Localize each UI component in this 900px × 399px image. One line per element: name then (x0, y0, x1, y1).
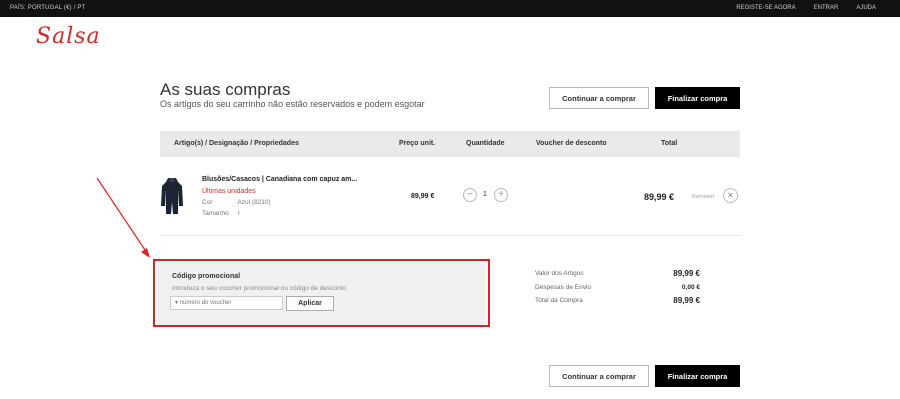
remove-icon[interactable]: ✕ (723, 188, 738, 203)
color-label: Cor (202, 199, 213, 206)
top-links: REGISTE-SE AGORA ENTRAR AJUDA (736, 5, 876, 11)
product-thumbnail[interactable] (160, 176, 184, 216)
unit-price: 89,99 € (411, 193, 435, 200)
product-name[interactable]: Blusões/Casacos | Canadiana com capuz am… (202, 176, 357, 183)
size-value: I (237, 210, 240, 217)
cart-table-header: Artigo(s) / Designação / Propriedades Pr… (160, 131, 740, 157)
register-link[interactable]: REGISTE-SE AGORA (736, 5, 795, 11)
highlight-box (153, 259, 490, 327)
size-label: Tamanho (202, 210, 229, 217)
product-size: Tamanho I (202, 210, 240, 217)
order-total-value: 89,99 € (673, 296, 700, 305)
col-voucher: Voucher de desconto (536, 140, 607, 147)
col-unit-price: Preço unit. (399, 140, 436, 147)
page-subtitle: Os artigos do seu carrinho não estão res… (160, 99, 425, 109)
checkout-button-bottom[interactable]: Finalizar compra (655, 365, 740, 387)
continue-shopping-button-top[interactable]: Continuar a comprar (549, 87, 649, 109)
col-article: Artigo(s) / Designação / Propriedades (174, 140, 299, 147)
items-value: 89,99 € (673, 269, 700, 278)
shipping-label: Despesas de Envio (535, 284, 592, 291)
shipping-value: 0,00 € (681, 284, 700, 291)
item-total: 89,99 € (644, 192, 675, 202)
help-link[interactable]: AJUDA (856, 5, 876, 11)
country-selector[interactable]: PAÍS: PORTUGAL (€) / PT (10, 5, 86, 11)
product-color: Cor Azul (8210) (202, 199, 271, 206)
order-total-label: Total da Compra (535, 297, 583, 304)
stock-status: Últimas unidades (202, 188, 256, 195)
continue-shopping-button-bottom[interactable]: Continuar a comprar (549, 365, 649, 387)
color-value: Azul (8210) (237, 199, 271, 206)
increase-quantity-button[interactable]: + (494, 188, 508, 202)
salsa-logo[interactable]: Salsa (36, 24, 101, 49)
items-value-label: Valor dos Artigos (535, 270, 584, 277)
page-title: As suas compras (160, 80, 291, 99)
top-bar: PAÍS: PORTUGAL (€) / PT REGISTE-SE AGORA… (0, 0, 900, 17)
col-total: Total (661, 140, 678, 147)
decrease-quantity-button[interactable]: − (463, 188, 477, 202)
login-link[interactable]: ENTRAR (814, 5, 839, 11)
remove-label[interactable]: Remover (692, 194, 714, 200)
checkout-button-top[interactable]: Finalizar compra (655, 87, 740, 109)
col-quantity: Quantidade (466, 140, 505, 147)
cart-item-row: Blusões/Casacos | Canadiana com capuz am… (160, 168, 740, 236)
quantity-value: 1 (483, 191, 487, 198)
